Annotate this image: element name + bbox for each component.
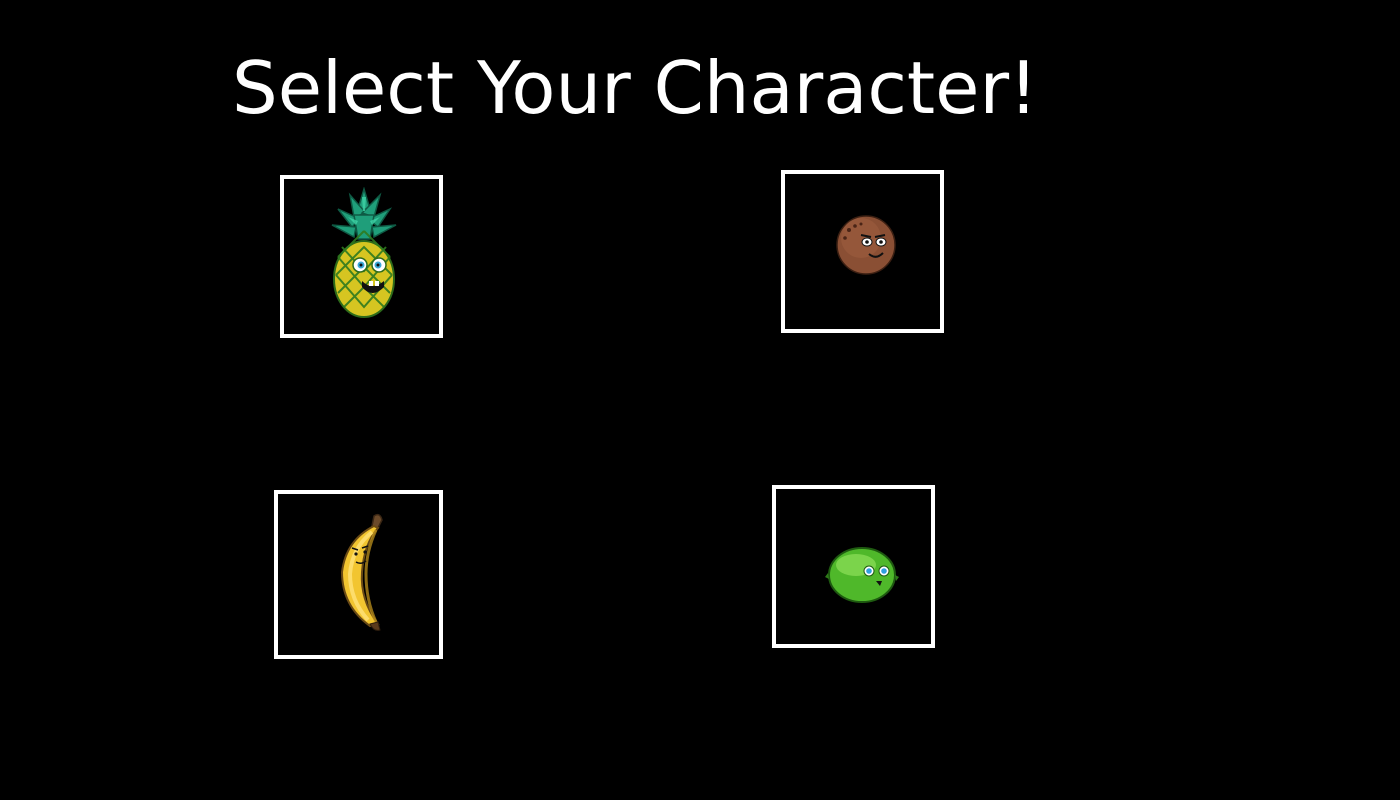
coconut-icon — [836, 215, 896, 275]
character-slot-coconut[interactable] — [781, 170, 944, 333]
pineapple-icon — [331, 187, 397, 318]
banana-icon — [340, 513, 383, 631]
character-slot-banana[interactable] — [274, 490, 443, 659]
character-slot-pineapple[interactable] — [280, 175, 443, 338]
character-select-screen: Select Your Character! — [0, 0, 1400, 800]
character-slot-lime[interactable] — [772, 485, 935, 648]
page-title: Select Your Character! — [232, 46, 1038, 130]
lime-icon — [825, 547, 899, 603]
